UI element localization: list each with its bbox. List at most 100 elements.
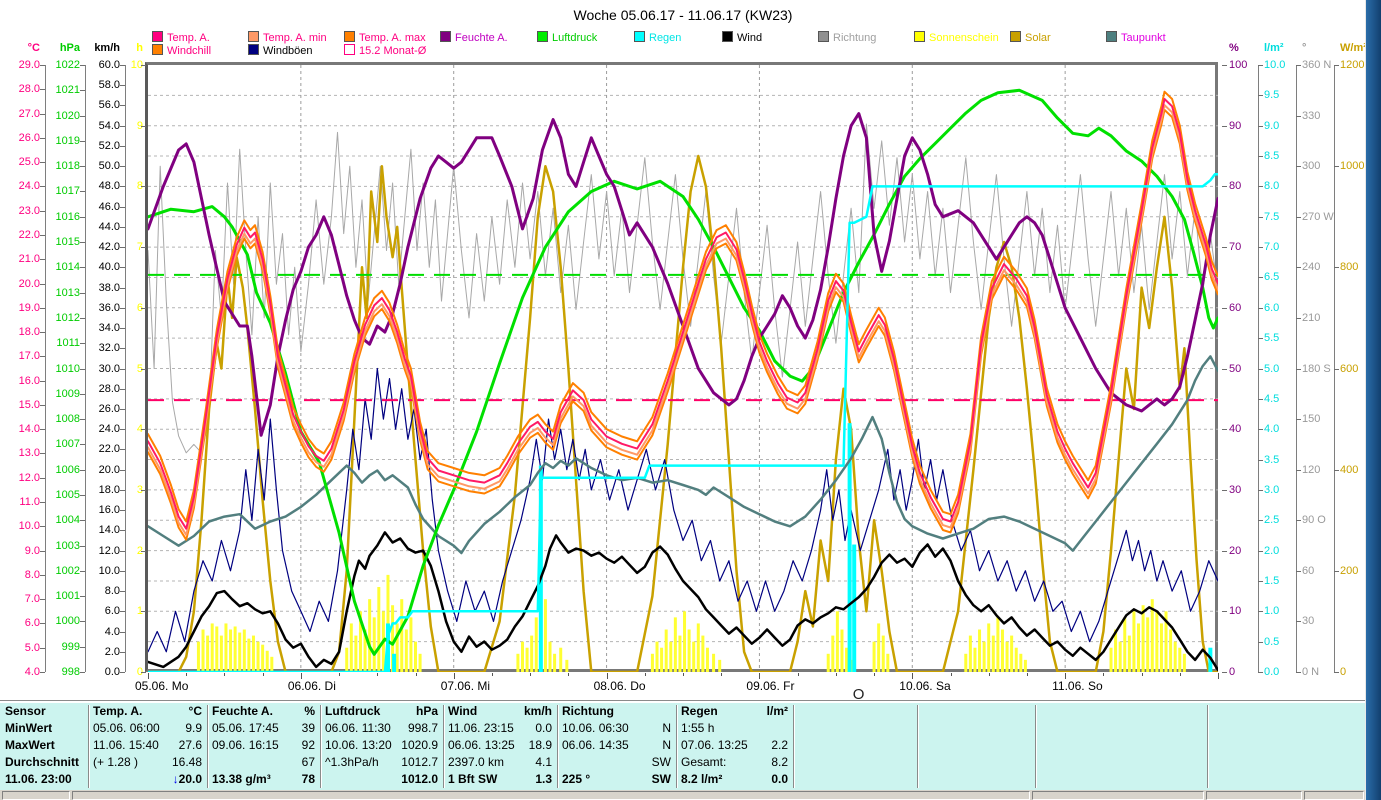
tick-mark — [1222, 550, 1227, 552]
tick-mark — [1296, 672, 1301, 673]
tick-mark — [1296, 368, 1301, 370]
tick-mark — [120, 591, 125, 593]
legend-label: Sonnenschein — [929, 32, 999, 44]
legend-label: Wind — [737, 32, 763, 44]
tick-mark — [120, 449, 125, 451]
tick-mark — [120, 530, 125, 532]
tick-label-c: 20.0 — [18, 277, 40, 290]
tick-mark — [1258, 611, 1263, 613]
cell-left: 1 Bft SW — [448, 772, 498, 786]
tick-label-km-h: 2.0 — [104, 645, 120, 658]
tick-label-hpa: 1006 — [55, 463, 80, 476]
cell-value: 1012.7 — [401, 755, 438, 769]
table-row: 05.06. 17:45 39 — [207, 720, 320, 737]
table-row: 10.06. 13:20 1020.9 — [320, 737, 443, 754]
tick-mark — [1334, 166, 1339, 168]
tick-label-l-m: 4.5 — [1264, 392, 1280, 405]
cell-left: 8.2 l/m² — [681, 772, 723, 786]
tick-mark — [1258, 247, 1263, 249]
x-tick-mark — [148, 673, 149, 679]
table-header-row: Luftdruck hPa — [320, 703, 443, 720]
tick-mark — [1258, 459, 1263, 461]
table-column-empty-9 — [1035, 703, 1207, 790]
table-row: 8.2 l/m² 0.0 — [676, 771, 793, 788]
table-row: 1 Bft SW 1.3 — [443, 771, 557, 788]
tick-mark — [120, 206, 125, 208]
table-row — [1207, 771, 1303, 788]
tick-label-km-h: 16.0 — [98, 504, 120, 517]
cell-value: ↓20.0 — [173, 771, 202, 788]
x-tick-mark — [224, 673, 226, 676]
legend-item-richtung: Richtung — [818, 31, 876, 44]
tick-mark — [1296, 469, 1301, 471]
status-panel-1 — [72, 791, 1030, 800]
tick-mark — [1334, 570, 1339, 572]
table-row — [917, 771, 1035, 788]
tick-mark — [120, 145, 125, 147]
legend-swatch-15-2-monat-icon — [344, 44, 355, 55]
tick-mark — [120, 469, 125, 471]
table-row: 67 — [207, 754, 320, 771]
tick-mark — [1258, 186, 1263, 188]
legend-item-windb-en: Windböen — [248, 44, 313, 57]
tick-label-w-m: 200 — [1340, 564, 1359, 577]
cell-value: 18.9 — [528, 738, 552, 752]
tick-mark — [1258, 338, 1263, 340]
tick-label-h: 2 — [136, 544, 143, 557]
legend-label: Regen — [649, 32, 682, 44]
tick-mark — [40, 477, 45, 479]
tick-label-hpa: 1016 — [55, 210, 80, 223]
tick-label-c: 10.0 — [18, 520, 40, 533]
table-row: 10.06. 06:30 N — [557, 720, 676, 737]
table-row — [793, 771, 917, 788]
tick-label-: 0 N — [1302, 666, 1320, 678]
cell-value: 1.3 — [535, 772, 552, 786]
table-header-row: Wind km/h — [443, 703, 557, 720]
table-row-label: MaxWert — [0, 737, 88, 754]
cell-value: SW — [651, 772, 671, 786]
x-tick-mark — [912, 673, 914, 679]
tick-label-h: 6 — [136, 301, 143, 314]
tick-label-: 30 — [1229, 483, 1242, 496]
legend-item-wind: Wind — [722, 31, 763, 44]
tick-mark — [1258, 307, 1263, 309]
cell-value: 0.0 — [535, 721, 552, 735]
legend-swatch-temp-a-max-icon — [344, 31, 355, 42]
tick-label-c: 28.0 — [18, 83, 40, 96]
x-tick-mark — [415, 673, 417, 676]
tick-label-h: 1 — [136, 605, 143, 618]
x-label-09-06-fr: 09.06. Fr — [746, 679, 795, 693]
tick-label-c: 19.0 — [18, 301, 40, 314]
tick-label-h: 4 — [136, 423, 143, 436]
table-header-row — [1035, 703, 1207, 720]
tick-label-h: 3 — [136, 483, 143, 496]
tick-label-h: 7 — [136, 241, 143, 254]
cell-left: (+ 1.28 ) — [93, 755, 139, 769]
tick-label-km-h: 28.0 — [98, 382, 120, 395]
tick-mark — [1258, 489, 1263, 491]
legend-swatch-sonnenschein-icon — [914, 31, 925, 42]
table-column-empty-7 — [793, 703, 917, 790]
tick-label-c: 24.0 — [18, 180, 40, 193]
cell-value: 27.6 — [178, 738, 202, 752]
tick-label-h: 9 — [136, 119, 143, 132]
tick-mark — [1222, 125, 1227, 127]
tick-label-hpa: 1007 — [55, 438, 80, 451]
tick-mark — [120, 85, 125, 87]
tick-label-c: 4.0 — [24, 666, 40, 678]
tick-label-: 330 — [1302, 109, 1321, 122]
x-tick-mark — [874, 673, 876, 676]
table-row — [793, 754, 917, 771]
tick-label-: 300 — [1302, 160, 1321, 173]
x-label-05-06-mo: 05.06. Mo — [135, 679, 189, 693]
tick-label-c: 17.0 — [18, 350, 40, 363]
sensor-unit: % — [304, 704, 315, 718]
tick-mark — [1296, 115, 1301, 117]
cell-left: 06.06. 11:30 — [325, 721, 391, 735]
cell-value: 4.1 — [535, 755, 552, 769]
tick-mark — [1258, 277, 1263, 279]
x-tick-mark — [683, 673, 684, 676]
tick-label-c: 23.0 — [18, 204, 40, 217]
tick-label-hpa: 1015 — [55, 236, 80, 249]
tick-mark — [120, 570, 125, 572]
